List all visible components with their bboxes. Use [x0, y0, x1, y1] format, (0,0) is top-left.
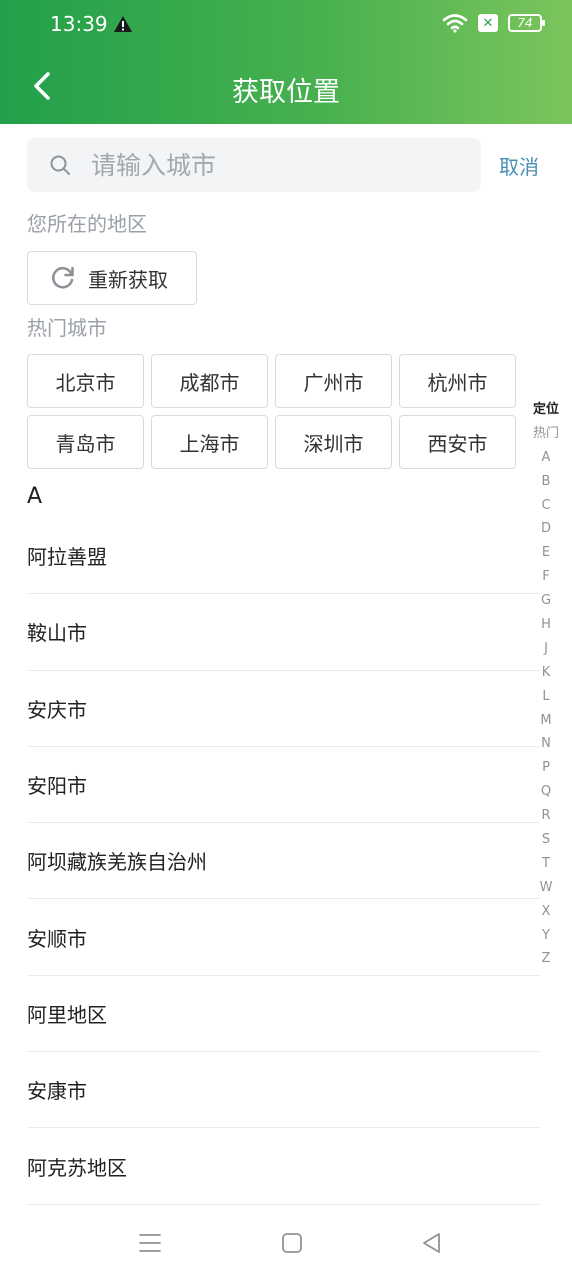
index-item-c[interactable]: C [541, 494, 550, 518]
city-list-item[interactable]: 阿坝藏族羌族自治州 [27, 823, 540, 900]
index-item-b[interactable]: B [542, 470, 551, 494]
search-icon [50, 155, 70, 175]
page-title: 获取位置 [232, 77, 340, 108]
city-list-item[interactable]: 安顺市 [27, 899, 540, 976]
index-item-t[interactable]: T [542, 852, 550, 876]
hot-cities-label: 热门城市 [27, 316, 107, 340]
battery-level: 74 [517, 16, 533, 30]
hot-city-button[interactable]: 西安市 [399, 415, 516, 469]
index-item-y[interactable]: Y [542, 924, 550, 948]
status-icons: ✕ 74 [442, 13, 545, 33]
index-item-m[interactable]: M [540, 709, 551, 733]
city-list-item[interactable]: 安庆市 [27, 671, 540, 747]
city-list-item[interactable]: 阿拉善盟 [27, 518, 540, 595]
index-item-p[interactable]: P [542, 756, 550, 780]
index-item-q[interactable]: Q [541, 780, 551, 804]
hot-city-button[interactable]: 北京市 [27, 354, 144, 408]
home-icon[interactable] [280, 1231, 304, 1255]
index-item-f[interactable]: F [542, 565, 549, 589]
refresh-icon [51, 266, 74, 289]
system-nav-bar [0, 1205, 572, 1280]
city-list-item[interactable]: 阿里地区 [27, 976, 540, 1053]
index-item-a[interactable]: A [542, 446, 551, 470]
index-item-z[interactable]: Z [542, 947, 551, 971]
index-item-k[interactable]: K [542, 661, 551, 685]
hot-city-button[interactable]: 上海市 [151, 415, 268, 469]
index-item-j[interactable]: J [544, 637, 548, 661]
city-list-item[interactable]: 安阳市 [27, 747, 540, 824]
relocate-button[interactable]: 重新获取 [27, 251, 197, 305]
index-item-r[interactable]: R [541, 804, 550, 828]
index-item-d[interactable]: D [541, 517, 551, 541]
city-list: 阿拉善盟 鞍山市 安庆市 安阳市 阿坝藏族羌族自治州 安顺市 阿里地区 安康市 … [27, 518, 540, 1205]
index-item-h[interactable]: H [541, 613, 551, 637]
menu-icon[interactable] [138, 1231, 162, 1255]
battery-icon: 74 [508, 14, 545, 32]
index-item-s[interactable]: S [542, 828, 550, 852]
search-input[interactable] [91, 138, 471, 192]
city-list-item[interactable]: 阿克苏地区 [27, 1128, 540, 1205]
hot-city-button[interactable]: 青岛市 [27, 415, 144, 469]
hot-cities-grid: 北京市 成都市 广州市 杭州市 青岛市 上海市 深圳市 西安市 [27, 354, 517, 469]
status-time: 13:39 [50, 12, 108, 36]
index-item-hot[interactable]: 热门 [533, 422, 559, 446]
hot-city-button[interactable]: 深圳市 [275, 415, 392, 469]
search-box[interactable] [27, 138, 481, 192]
letter-section-header: A [27, 484, 43, 509]
search-row: 取消 [27, 138, 547, 192]
warning-icon [114, 16, 132, 32]
hot-city-button[interactable]: 广州市 [275, 354, 392, 408]
app-header: 13:39 ✕ 74 获取位置 [0, 0, 572, 124]
city-list-item[interactable]: 鞍山市 [27, 594, 540, 671]
index-item-x[interactable]: X [542, 900, 551, 924]
index-item-n[interactable]: N [541, 732, 551, 756]
wifi-icon [442, 14, 468, 33]
relocate-label: 重新获取 [88, 267, 168, 292]
no-sim-icon: ✕ [478, 14, 498, 32]
index-item-w[interactable]: W [540, 876, 553, 900]
index-item-e[interactable]: E [542, 541, 550, 565]
alphabet-index-bar[interactable]: 定位 热门 A B C D E F G H J K L M N P Q R S … [528, 398, 564, 971]
city-list-item[interactable]: 安康市 [27, 1052, 540, 1129]
status-bar: 13:39 ✕ 74 [0, 0, 572, 52]
hot-city-button[interactable]: 成都市 [151, 354, 268, 408]
index-item-g[interactable]: G [541, 589, 551, 613]
back-triangle-icon[interactable] [420, 1231, 444, 1255]
index-item-locate[interactable]: 定位 [533, 398, 559, 422]
your-region-label: 您所在的地区 [27, 212, 147, 236]
hot-city-button[interactable]: 杭州市 [399, 354, 516, 408]
cancel-button[interactable]: 取消 [499, 151, 539, 180]
index-item-l[interactable]: L [542, 685, 549, 709]
